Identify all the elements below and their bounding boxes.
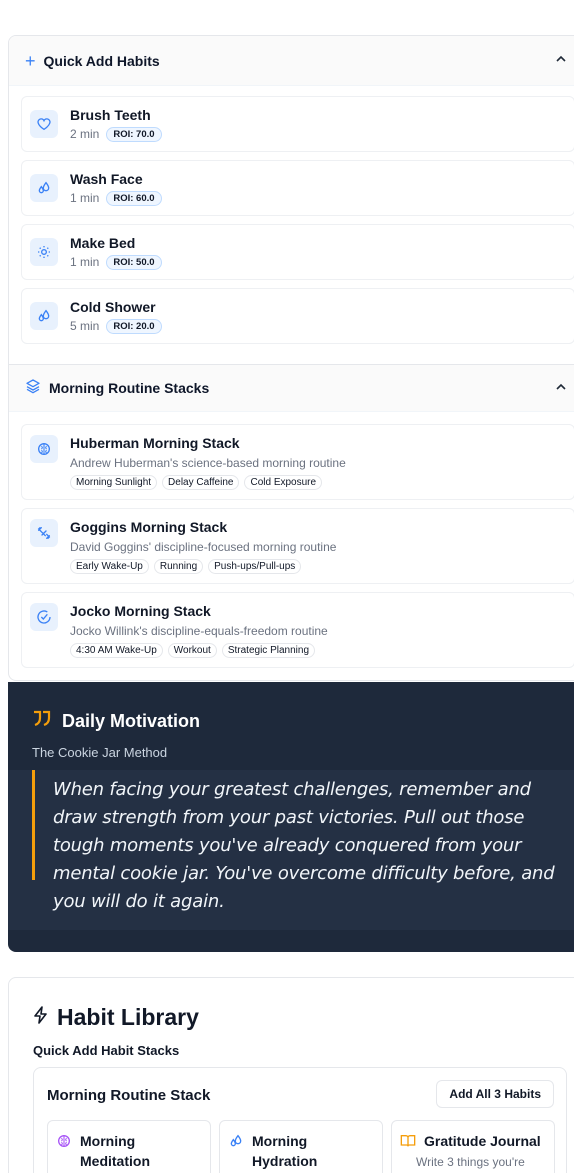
habit-stack-name: Morning Routine Stack — [47, 1087, 211, 1104]
routine-stacks-header[interactable]: Morning Routine Stacks — [9, 364, 574, 412]
habit-list: Brush Teeth 2 min ROI: 70.0 Wash Face 1 … — [9, 86, 574, 364]
stack-name: Goggins Morning Stack — [70, 519, 228, 535]
roi-badge: ROI: 60.0 — [106, 190, 162, 206]
stack-description: Andrew Huberman's science-based morning … — [70, 456, 346, 470]
stack-tag: Early Wake-Up — [70, 559, 149, 574]
droplets-icon — [228, 1133, 244, 1154]
sun-icon — [30, 238, 58, 266]
roi-badge: ROI: 70.0 — [106, 126, 162, 142]
library-habit-card[interactable]: Morning Hydration — [219, 1120, 383, 1173]
quick-add-panel: + Quick Add Habits Brush Teeth 2 min ROI… — [8, 35, 574, 681]
stack-tag: 4:30 AM Wake-Up — [70, 643, 163, 658]
dumbbell-icon — [30, 519, 58, 547]
habit-duration: 1 min — [70, 255, 100, 269]
roi-badge: ROI: 50.0 — [106, 254, 162, 270]
quick-add-header[interactable]: + Quick Add Habits — [9, 36, 574, 86]
library-habit-name: Gratitude Journal — [424, 1133, 541, 1149]
quote-author: — David Goggins, Can't Hurt Me — [8, 930, 574, 952]
motivation-title: Daily Motivation — [62, 711, 201, 731]
library-habit-card[interactable]: Morning Meditation — [47, 1120, 211, 1173]
stack-tag: Workout — [167, 643, 217, 658]
stack-name: Huberman Morning Stack — [70, 435, 240, 451]
library-habit-name: Morning Hydration — [252, 1133, 318, 1169]
check-circle-icon — [30, 603, 58, 631]
zap-icon — [33, 1006, 49, 1029]
library-habit-name: Morning Meditation — [80, 1133, 150, 1169]
daily-motivation-card: Daily Motivation The Cookie Jar Method W… — [8, 682, 574, 952]
stack-tag: Push-ups/Pull-ups — [208, 559, 302, 574]
stack-tag: Running — [153, 559, 204, 574]
chevron-up-icon[interactable] — [555, 381, 567, 396]
library-subtitle: Quick Add Habit Stacks — [33, 1043, 180, 1058]
habit-card-cold-shower[interactable]: Cold Shower 5 min ROI: 20.0 — [21, 288, 574, 344]
routine-stacks-title: Morning Routine Stacks — [49, 380, 210, 396]
library-title: Habit Library — [57, 1004, 199, 1030]
heart-icon — [30, 110, 58, 138]
droplets-icon — [30, 174, 58, 202]
stack-description: Jocko Willink's discipline-equals-freedo… — [70, 624, 328, 638]
habit-name: Wash Face — [70, 170, 143, 187]
habit-duration: 5 min — [70, 319, 100, 333]
stack-card-goggins[interactable]: Goggins Morning Stack David Goggins' dis… — [21, 508, 574, 584]
droplets-icon — [30, 302, 58, 330]
habit-library: Habit Library Quick Add Habit Stacks Mor… — [8, 977, 574, 1173]
stack-tag: Strategic Planning — [221, 643, 316, 658]
quote-accent-bar — [32, 770, 35, 880]
stack-list: Huberman Morning Stack Andrew Huberman's… — [9, 412, 574, 668]
library-habit-description: Write 3 things you're — [416, 1155, 525, 1169]
motivation-subtitle: The Cookie Jar Method — [32, 745, 168, 760]
chevron-up-icon[interactable] — [555, 53, 567, 68]
stack-description: David Goggins' discipline-focused mornin… — [70, 540, 337, 554]
stack-name: Jocko Morning Stack — [70, 603, 211, 619]
habit-card-brush-teeth[interactable]: Brush Teeth 2 min ROI: 70.0 — [21, 96, 574, 152]
add-all-habits-button[interactable]: Add All 3 Habits — [436, 1080, 554, 1108]
habit-card-make-bed[interactable]: Make Bed 1 min ROI: 50.0 — [21, 224, 574, 280]
quote-text: When facing your greatest challenges, re… — [53, 779, 555, 912]
habit-stack-box: Morning Routine Stack Add All 3 Habits M… — [33, 1067, 567, 1173]
quick-add-title: Quick Add Habits — [43, 52, 160, 69]
brain-icon — [56, 1133, 72, 1154]
brain-icon — [30, 435, 58, 463]
quote-icon — [32, 710, 52, 733]
quote-block: When facing your greatest challenges, re… — [8, 770, 574, 930]
layers-icon — [25, 378, 41, 399]
habit-name: Cold Shower — [70, 298, 156, 315]
roi-badge: ROI: 20.0 — [106, 318, 162, 334]
habit-duration: 1 min — [70, 191, 100, 205]
stack-tag: Morning Sunlight — [70, 475, 158, 490]
plus-icon: + — [25, 50, 36, 71]
stack-card-huberman[interactable]: Huberman Morning Stack Andrew Huberman's… — [21, 424, 574, 500]
stack-tag: Delay Caffeine — [162, 475, 240, 490]
stack-card-jocko[interactable]: Jocko Morning Stack Jocko Willink's disc… — [21, 592, 574, 668]
library-habit-card[interactable]: Gratitude Journal Write 3 things you're — [391, 1120, 555, 1173]
book-icon — [400, 1133, 416, 1154]
habit-name: Brush Teeth — [70, 106, 151, 123]
habit-name: Make Bed — [70, 234, 136, 251]
habit-card-wash-face[interactable]: Wash Face 1 min ROI: 60.0 — [21, 160, 574, 216]
habit-duration: 2 min — [70, 127, 100, 141]
stack-tag: Cold Exposure — [244, 475, 323, 490]
